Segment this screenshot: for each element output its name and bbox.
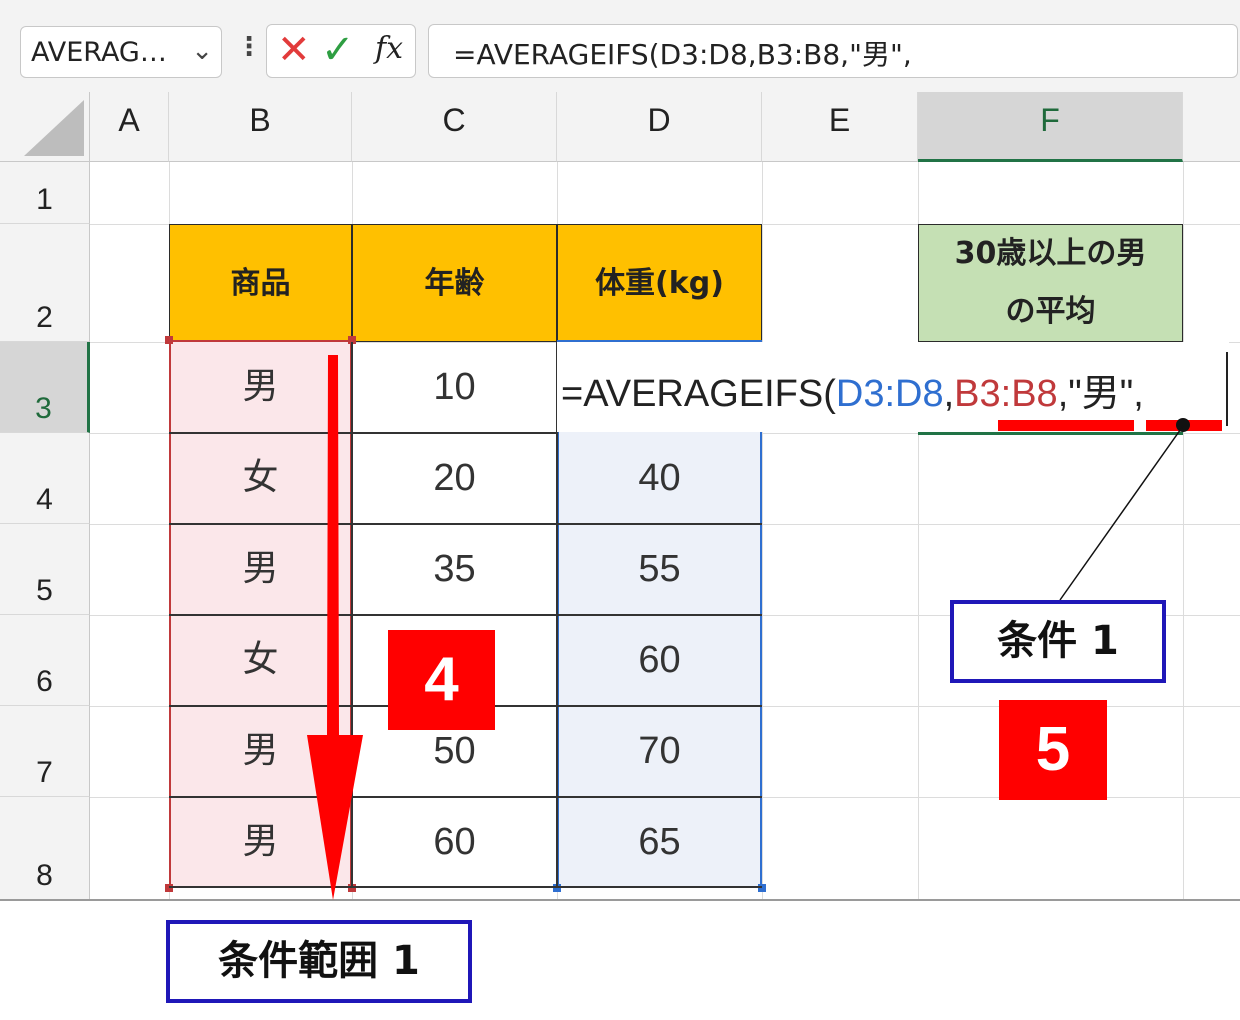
- in-cell-formula-editor[interactable]: =AVERAGEIFS(D3:D8,B3:B8,"男",: [557, 342, 1229, 432]
- cell-d5[interactable]: 55: [557, 524, 762, 615]
- cell-c8[interactable]: 60: [352, 797, 557, 888]
- row-number: 3: [35, 392, 52, 425]
- row-header-3[interactable]: 3: [0, 342, 90, 433]
- cell-d4[interactable]: 40: [557, 433, 762, 524]
- row-header-5[interactable]: 5: [0, 524, 90, 615]
- row-number: 1: [36, 183, 53, 216]
- row-header-8[interactable]: 8: [0, 797, 90, 900]
- cell-d7[interactable]: 70: [557, 706, 762, 797]
- formula-prefix: =AVERAGEIFS(: [561, 373, 836, 415]
- more-options-icon[interactable]: ⋮: [236, 32, 262, 62]
- header-product[interactable]: 商品: [169, 224, 352, 342]
- row-header-6[interactable]: 6: [0, 615, 90, 706]
- row-number: 8: [36, 859, 53, 892]
- pointer-line: [1059, 425, 1184, 601]
- enter-check-icon[interactable]: ✓: [321, 27, 355, 73]
- header-age[interactable]: 年齢: [352, 224, 557, 342]
- row-number: 4: [36, 483, 53, 516]
- step-badge-4: 4: [388, 630, 495, 730]
- text-caret: [1226, 352, 1228, 426]
- select-all-triangle-icon: [24, 100, 84, 156]
- cell-d6[interactable]: 60: [557, 615, 762, 706]
- cancel-icon[interactable]: ✕: [277, 27, 311, 73]
- formula-separator: ,: [943, 373, 955, 415]
- column-header-c[interactable]: C: [352, 92, 557, 162]
- formula-text: =AVERAGEIFS(D3:D8,B3:B8,"男",: [453, 38, 912, 71]
- row-number: 7: [36, 756, 53, 789]
- callout-condition-1: 条件 1: [950, 600, 1166, 683]
- formula-ref-average-range: D3:D8: [835, 373, 944, 415]
- column-header-a[interactable]: A: [90, 92, 169, 162]
- formula-actions: ✕ ✓ fx: [266, 24, 416, 78]
- formula-input[interactable]: =AVERAGEIFS(D3:D8,B3:B8,"男",: [428, 24, 1238, 78]
- row-header-7[interactable]: 7: [0, 706, 90, 797]
- cell-c3[interactable]: 10: [352, 342, 557, 433]
- chevron-down-icon[interactable]: ⌄: [191, 36, 213, 66]
- in-cell-formula: =AVERAGEIFS(D3:D8,B3:B8,"男",: [561, 362, 1144, 417]
- cell-c5[interactable]: 35: [352, 524, 557, 615]
- result-header[interactable]: 30歳以上の男 の平均: [918, 224, 1183, 342]
- result-header-line1: 30歳以上の男: [954, 236, 1147, 271]
- row-number: 2: [36, 301, 53, 334]
- row-header-2[interactable]: 2: [0, 224, 90, 342]
- formula-ref-condition-range: B3:B8: [954, 373, 1058, 415]
- name-box-value: AVERAG…: [31, 37, 167, 68]
- select-all-corner[interactable]: [0, 92, 90, 162]
- column-header-g[interactable]: [1183, 92, 1240, 162]
- cell-d8[interactable]: 65: [557, 797, 762, 888]
- column-header-f[interactable]: F: [918, 92, 1183, 162]
- formula-rest: ,"男",: [1057, 373, 1144, 415]
- column-header-e[interactable]: E: [762, 92, 918, 162]
- grid-line: [762, 162, 763, 900]
- row-header-4[interactable]: 4: [0, 433, 90, 524]
- sheet-bottom-edge: [0, 899, 1240, 901]
- name-box[interactable]: AVERAG… ⌄: [20, 26, 222, 78]
- callout-condition-range-1: 条件範囲 1: [166, 920, 472, 1003]
- cell-c4[interactable]: 20: [352, 433, 557, 524]
- step-badge-5: 5: [999, 700, 1107, 800]
- insert-function-icon[interactable]: fx: [375, 31, 403, 66]
- column-header-b[interactable]: B: [169, 92, 352, 162]
- down-arrow-icon: [307, 355, 363, 900]
- header-weight[interactable]: 体重(kg): [557, 224, 762, 342]
- result-header-line2: の平均: [1005, 294, 1096, 329]
- row-header-1[interactable]: 1: [0, 162, 90, 224]
- column-header-d[interactable]: D: [557, 92, 762, 162]
- row-number: 6: [36, 665, 53, 698]
- row-number: 5: [36, 574, 53, 607]
